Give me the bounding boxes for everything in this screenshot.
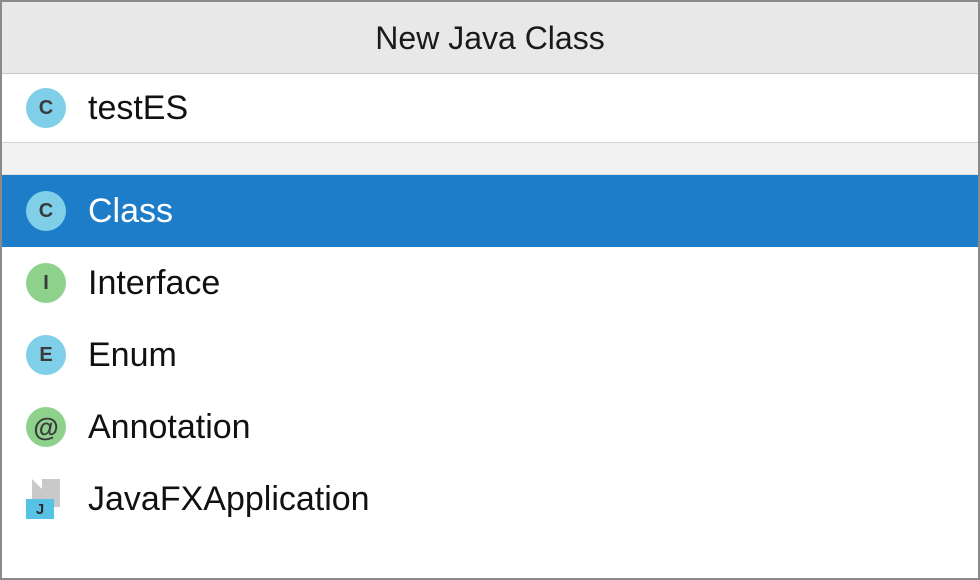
list-separator [2,143,978,175]
interface-icon: I [26,263,66,303]
kind-item-javafx[interactable]: J JavaFXApplication [2,463,978,535]
kind-label: Interface [88,264,220,303]
kind-label: Enum [88,336,177,375]
kind-label: Annotation [88,408,251,447]
class-name-input[interactable] [88,89,954,128]
dialog-title: New Java Class [2,2,978,74]
kind-label: JavaFXApplication [88,480,370,519]
kind-list: C Class I Interface E Enum @ Annotation … [2,175,978,578]
kind-item-annotation[interactable]: @ Annotation [2,391,978,463]
kind-item-class[interactable]: C Class [2,175,978,247]
class-icon: C [26,88,66,128]
kind-item-enum[interactable]: E Enum [2,319,978,391]
name-input-row: C [2,74,978,143]
annotation-icon: @ [26,407,66,447]
javafx-file-icon: J [26,479,66,519]
class-icon: C [26,191,66,231]
kind-item-interface[interactable]: I Interface [2,247,978,319]
enum-icon: E [26,335,66,375]
new-java-class-dialog: New Java Class C C Class I Interface E E… [0,0,980,580]
kind-label: Class [88,192,173,231]
